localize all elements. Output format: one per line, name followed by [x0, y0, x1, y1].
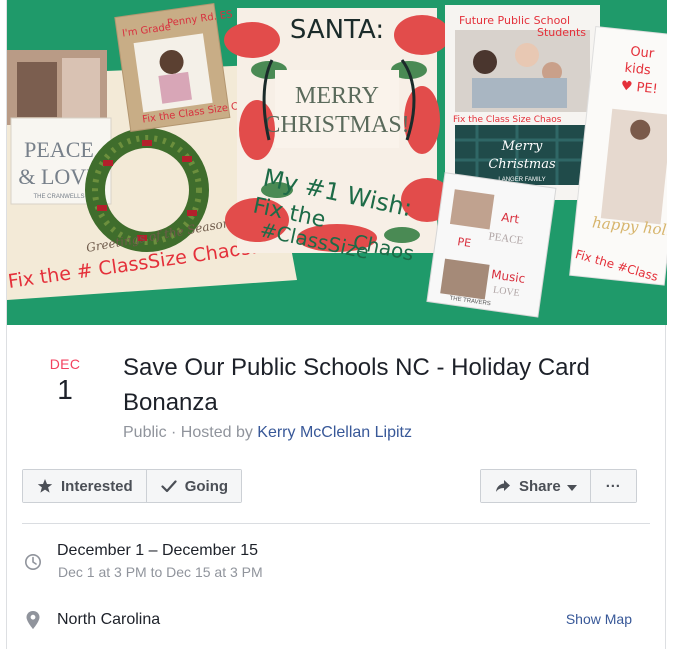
going-label: Going: [184, 477, 229, 495]
share-label: Share: [519, 477, 561, 495]
cover-santa-text: SANTA:: [290, 15, 384, 45]
event-location[interactable]: North Carolina: [57, 610, 160, 630]
event-title: Save Our Public Schools NC - Holiday Car…: [123, 354, 590, 416]
event-month: DEC: [49, 356, 81, 372]
going-button[interactable]: Going: [145, 470, 242, 502]
cover-pe-text: PE: [457, 235, 472, 250]
cover-our-text: Our: [630, 44, 656, 61]
show-map-link[interactable]: Show Map: [566, 611, 632, 627]
cover-merry-cursive: Merry: [501, 139, 543, 154]
caret-down-icon: [566, 478, 577, 495]
cover-christmas-text: CHRISTMAS!: [264, 112, 409, 138]
interested-button[interactable]: Interested: [23, 470, 146, 502]
event-day: 1: [57, 374, 73, 405]
share-button-group: Share ···: [480, 469, 637, 503]
event-card: PEACE & LOVE THE CRANWELLS Greetings of …: [6, 0, 667, 649]
event-date-range: December 1 – December 15: [57, 542, 258, 559]
cover-peace-text: PEACE: [24, 137, 94, 162]
more-options-button[interactable]: ···: [589, 470, 636, 502]
event-subtitle: Public · Hosted by Kerry McClellan Lipit…: [123, 423, 412, 443]
clock-icon: [22, 551, 44, 573]
cover-christmas-cursive: Christmas: [488, 157, 556, 172]
location-pin-icon: [22, 609, 44, 631]
cover-merry-text: MERRY: [295, 83, 379, 109]
host-link[interactable]: Kerry McClellan Lipitz: [257, 424, 412, 441]
cover-card-santa: SANTA: MERRY CHRISTMAS! My #1 Wish: Fix …: [224, 8, 453, 266]
cover-cranwells-text: THE CRANWELLS: [33, 194, 84, 200]
rsvp-button-group: Interested Going: [22, 469, 243, 503]
cover-card-music: Art PE PEACE Music LOVE THE TRAVERS: [426, 172, 557, 318]
cover-students-text: Students: [537, 26, 586, 39]
star-icon: [36, 477, 54, 495]
section-divider: [22, 523, 650, 524]
share-button[interactable]: Share: [481, 470, 590, 502]
hosted-by-label: Hosted by: [180, 424, 258, 441]
subtitle-separator: ·: [166, 424, 181, 441]
interested-label: Interested: [61, 477, 133, 495]
cover-kids-text: kids: [624, 61, 652, 79]
cover-card-future-students: Future Public School Students Fix the Cl…: [445, 5, 600, 200]
cover-art-text: Art: [500, 210, 520, 226]
cover-photo[interactable]: PEACE & LOVE THE CRANWELLS Greetings of …: [7, 0, 667, 325]
event-date: DEC 1: [37, 357, 93, 407]
check-icon: [160, 477, 178, 495]
event-time-range: Dec 1 at 3 PM to Dec 15 at 3 PM: [58, 564, 263, 580]
cover-right-slogan: Fix the Class Size Chaos: [453, 115, 562, 125]
share-arrow-icon: [494, 477, 512, 495]
event-privacy: Public: [123, 424, 167, 441]
